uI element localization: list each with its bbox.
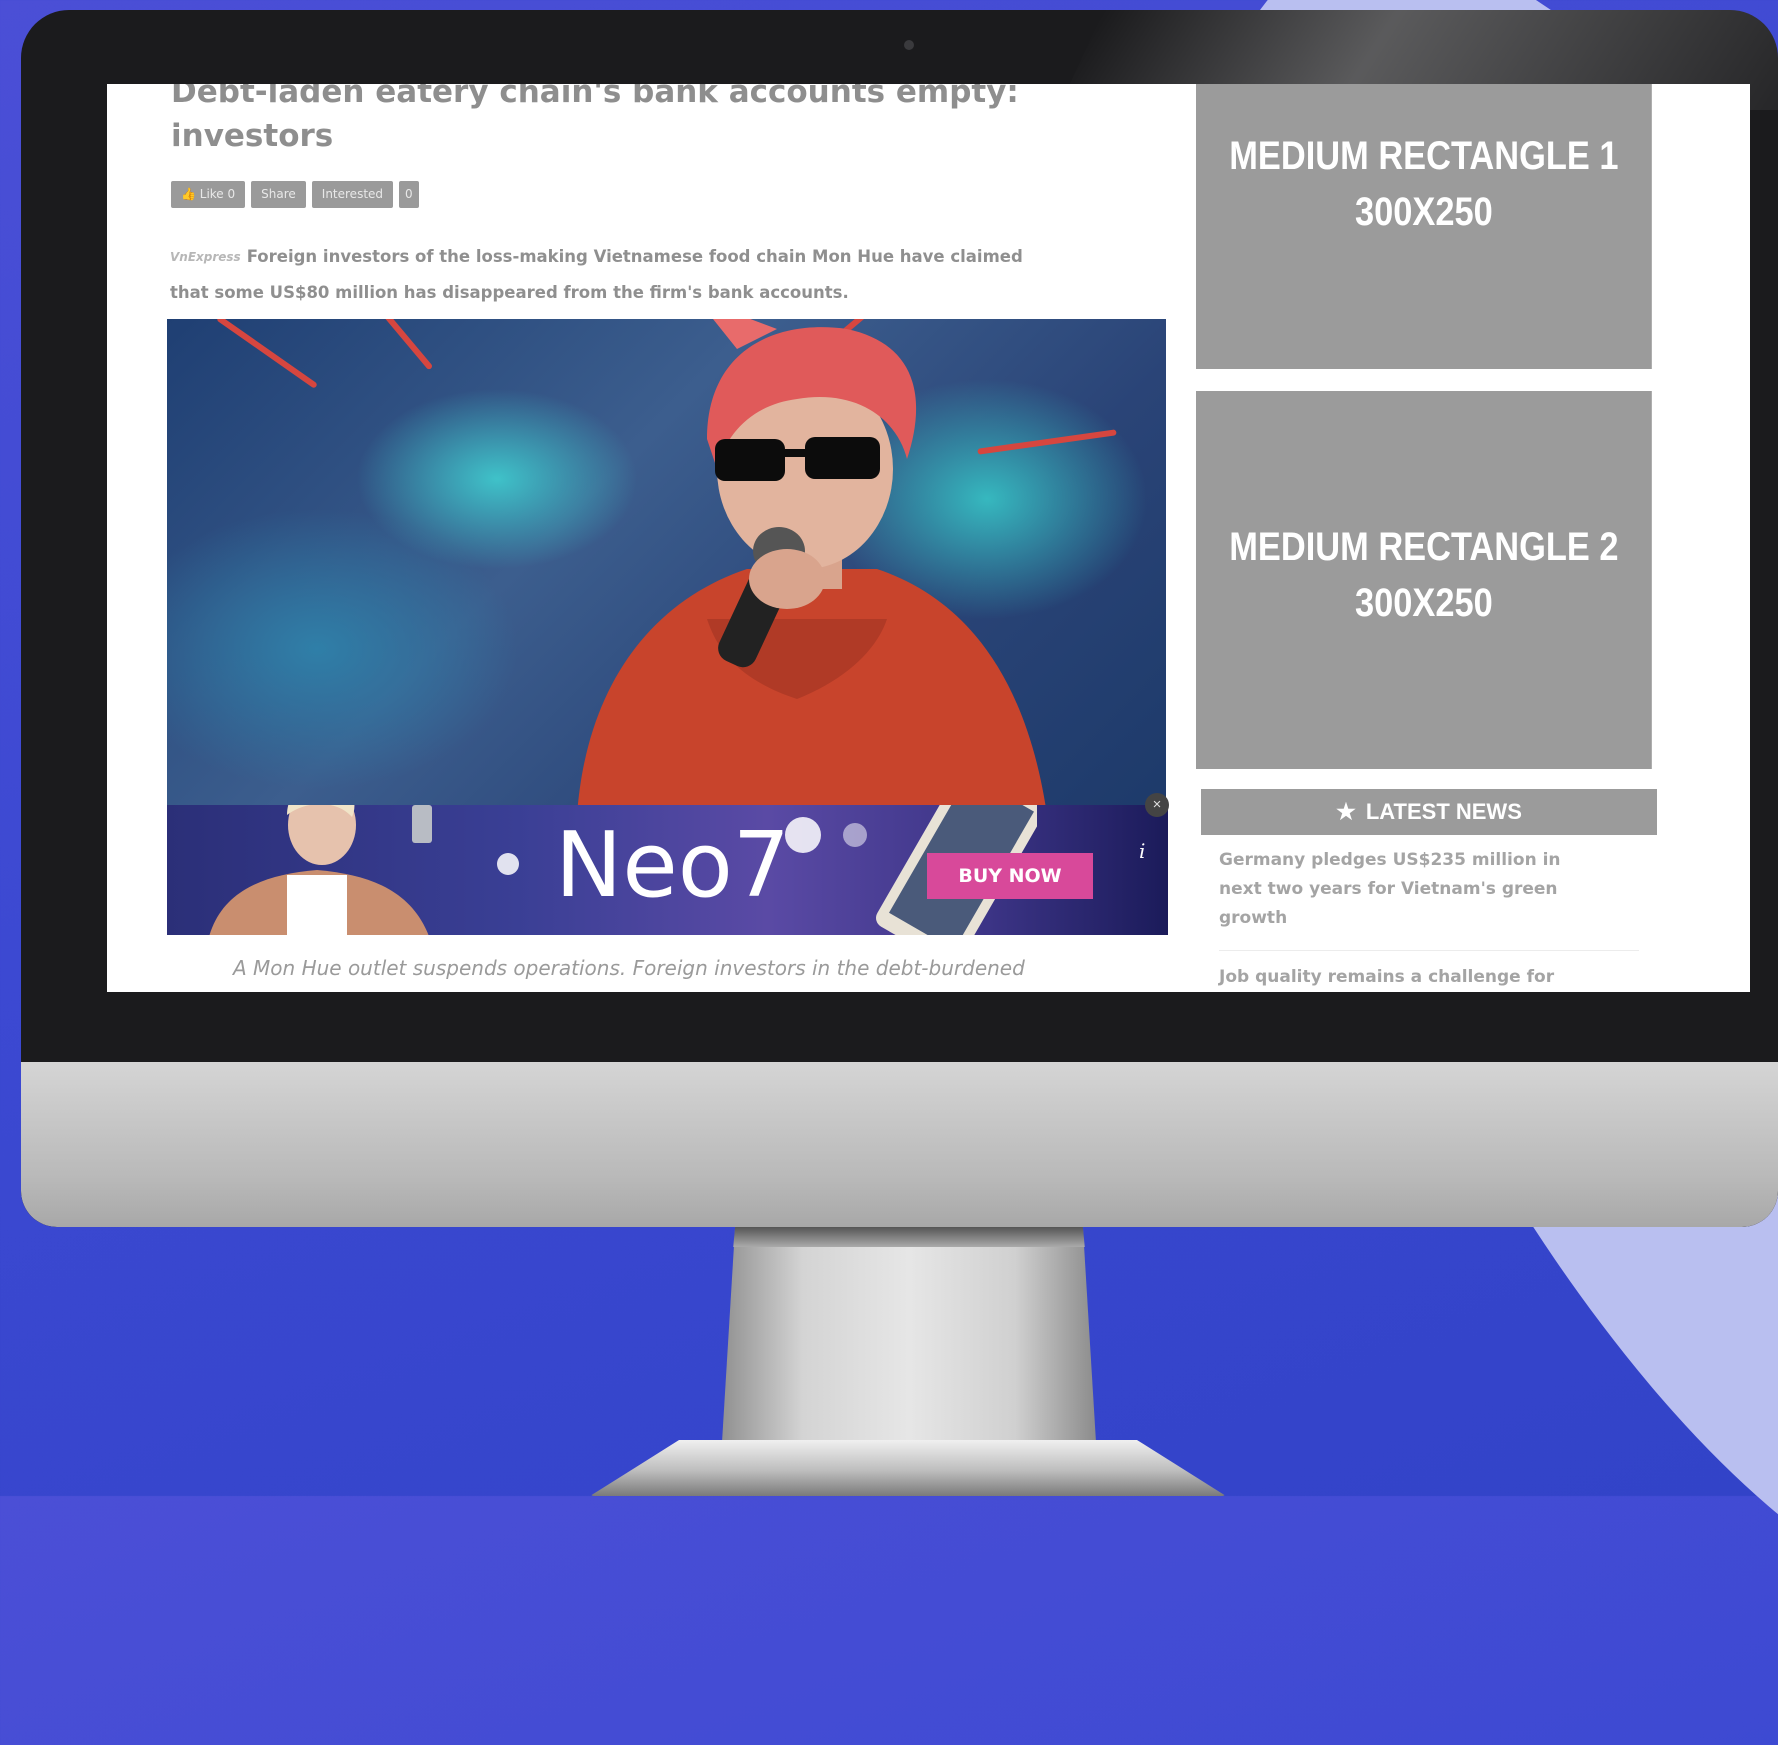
neo7-banner-ad[interactable]: Neo7 BUY NOW xyxy=(167,805,1168,935)
camera-icon xyxy=(904,40,914,50)
buy-now-button[interactable]: BUY NOW xyxy=(927,853,1093,899)
star-icon: ★ xyxy=(1336,799,1356,824)
interested-button[interactable]: Interested xyxy=(311,181,394,208)
interested-count: 0 xyxy=(399,181,419,208)
ad-model-illustration xyxy=(209,805,432,935)
bokeh-dot xyxy=(497,853,519,875)
share-button[interactable]: Share xyxy=(251,181,306,208)
ad-label: MEDIUM RECTANGLE 1 xyxy=(1229,134,1619,178)
article-headline: Debt-laden eatery chain's bank accounts … xyxy=(171,84,1019,154)
social-bar: 👍 Like 0 Share Interested 0 xyxy=(171,181,419,208)
imac-monitor: Debt-laden eatery chain's bank accounts … xyxy=(21,10,1778,1227)
singer-illustration xyxy=(577,319,1047,815)
close-ad-icon[interactable]: × xyxy=(1145,793,1169,817)
monitor-base xyxy=(590,1440,1226,1496)
stage-light-stripe xyxy=(216,319,318,389)
ad-size: 300X250 xyxy=(1355,190,1493,234)
web-page: Debt-laden eatery chain's bank accounts … xyxy=(107,84,1750,992)
image-caption: A Mon Hue outlet suspends operations. Fo… xyxy=(233,956,1025,980)
article-lead: VnExpress Foreign investors of the loss-m… xyxy=(170,239,1050,311)
ad-label: MEDIUM RECTANGLE 2 xyxy=(1229,525,1619,569)
ad-product-name: Neo7 xyxy=(555,813,791,918)
monitor-stand xyxy=(720,1227,1098,1475)
bokeh-dot xyxy=(785,817,821,853)
monitor-chin xyxy=(21,1062,1778,1227)
source-logo: VnExpress xyxy=(170,250,241,264)
latest-news-header: ★ LATEST NEWS xyxy=(1201,789,1657,835)
latest-news-item[interactable]: Job quality remains a challenge for xyxy=(1219,963,1639,992)
thumbs-up-icon: 👍 xyxy=(181,187,200,201)
stand-shadow xyxy=(733,1227,1085,1247)
stage-light-stripe xyxy=(370,319,434,371)
sidebar-ad-2[interactable]: MEDIUM RECTANGLE 2 300X250 xyxy=(1196,391,1652,769)
ad-info-icon[interactable]: i xyxy=(1139,839,1145,863)
lead-text: Foreign investors of the loss-making Vie… xyxy=(170,247,1023,302)
article-hero-image xyxy=(167,319,1166,815)
like-button[interactable]: 👍 Like 0 xyxy=(171,181,246,208)
latest-news-item[interactable]: Germany pledges US$235 million in next t… xyxy=(1219,846,1599,933)
divider xyxy=(1219,950,1639,951)
sidebar-ad-1[interactable]: MEDIUM RECTANGLE 1 300X250 xyxy=(1196,84,1652,369)
ad-size: 300X250 xyxy=(1355,581,1493,625)
